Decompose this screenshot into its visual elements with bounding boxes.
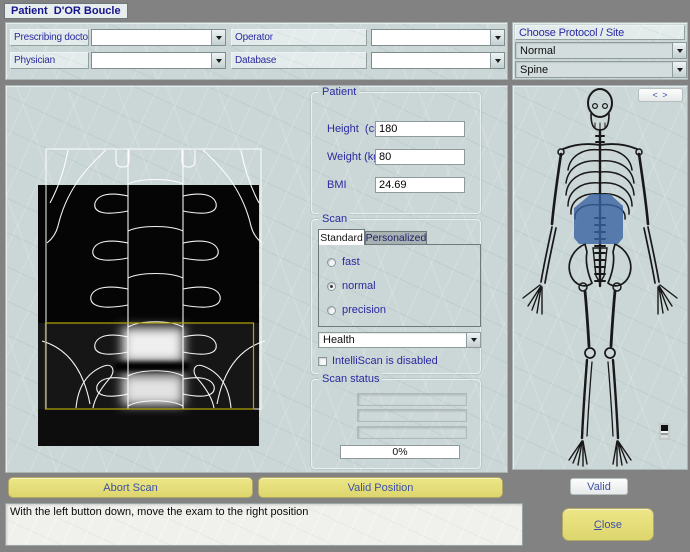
tab-standard[interactable]: Standard	[318, 229, 365, 245]
physician-label: Physician	[10, 52, 89, 69]
patient-group: Patient Height (cm) Weight (kg) BMI	[311, 92, 481, 214]
site-dropdown-button[interactable]	[672, 62, 686, 77]
chevron-down-icon	[495, 36, 501, 40]
close-button[interactable]: Close	[562, 508, 654, 541]
intelliscan-label: IntelliScan is disabled	[332, 355, 438, 367]
window-title: Patient D'OR Boucle	[4, 3, 128, 19]
fast-label: fast	[342, 256, 360, 268]
instruction-text: With the left button down, move the exam…	[10, 506, 308, 518]
physician-dropdown-button[interactable]	[211, 53, 225, 68]
operator-input[interactable]	[372, 30, 490, 45]
prescribing-doctor-label: Prescribing doctor	[10, 29, 89, 46]
scan-status-title: Scan status	[319, 373, 382, 385]
profile-dropdown-button[interactable]	[466, 333, 480, 347]
application-window: Patient D'OR Boucle Prescribing doctor O…	[0, 0, 690, 552]
scan-group: Scan Standard Personalized fast normal p…	[311, 219, 481, 374]
operator-label: Operator	[231, 29, 367, 46]
chevron-down-icon	[677, 68, 683, 72]
protocol-value: Normal	[516, 45, 672, 57]
database-combobox[interactable]	[371, 52, 505, 69]
chevron-down-icon	[677, 49, 683, 53]
bmi-input[interactable]	[375, 177, 465, 193]
valid-position-button[interactable]: Valid Position	[258, 477, 503, 498]
scan-group-title: Scan	[319, 213, 350, 225]
height-input[interactable]	[375, 121, 465, 137]
chevron-down-icon	[471, 338, 477, 342]
protocol-dropdown-button[interactable]	[672, 43, 686, 58]
chevron-down-icon	[495, 59, 501, 63]
normal-label: normal	[342, 280, 376, 292]
valid-position-label: Valid Position	[348, 482, 414, 494]
prescribing-doctor-input[interactable]	[92, 30, 211, 45]
database-input[interactable]	[372, 53, 490, 68]
chevron-down-icon	[216, 36, 222, 40]
site-selector-panel[interactable]: < >	[512, 85, 688, 470]
selected-site-highlight[interactable]	[574, 194, 623, 244]
profile-value: Health	[319, 334, 466, 346]
scan-progress-value: 0%	[392, 446, 407, 458]
scan-status-field-3	[357, 426, 467, 439]
tab-personalized[interactable]: Personalized	[365, 231, 427, 245]
weight-input[interactable]	[375, 149, 465, 165]
main-panel: Patient Height (cm) Weight (kg) BMI Scan…	[5, 85, 508, 473]
fast-radio[interactable]	[327, 258, 336, 267]
database-dropdown-button[interactable]	[490, 53, 504, 68]
scan-status-field-2	[357, 409, 467, 422]
scan-status-group: Scan status 0%	[311, 379, 481, 469]
physician-input[interactable]	[92, 53, 211, 68]
precision-label: precision	[342, 304, 386, 316]
valid-button[interactable]: Valid	[570, 478, 628, 495]
scanner-device-icon	[659, 423, 670, 440]
valid-label: Valid	[587, 481, 611, 493]
site-select[interactable]: Spine	[515, 61, 687, 78]
prescribing-doctor-dropdown-button[interactable]	[211, 30, 225, 45]
scan-mode-box: fast normal precision	[318, 244, 481, 327]
operator-combobox[interactable]	[371, 29, 505, 46]
bmi-label: BMI	[327, 179, 347, 191]
scan-status-field-1	[357, 393, 467, 406]
operator-dropdown-button[interactable]	[490, 30, 504, 45]
database-label: Database	[231, 52, 367, 69]
instruction-message-box: With the left button down, move the exam…	[5, 503, 523, 546]
prescribing-doctor-combobox[interactable]	[91, 29, 226, 46]
protocol-select[interactable]: Normal	[515, 42, 687, 59]
site-value: Spine	[516, 64, 672, 76]
protocol-panel: Choose Protocol / Site Normal Spine	[512, 22, 688, 80]
chevron-down-icon	[216, 59, 222, 63]
scan-image[interactable]	[6, 86, 306, 474]
normal-radio[interactable]	[327, 282, 336, 291]
close-label: Close	[594, 519, 622, 531]
abort-scan-button[interactable]: Abort Scan	[8, 477, 253, 498]
abort-scan-label: Abort Scan	[103, 482, 157, 494]
intelliscan-checkbox[interactable]	[318, 357, 327, 366]
skeleton-diagram[interactable]	[513, 86, 689, 471]
profile-select[interactable]: Health	[318, 332, 481, 348]
physician-combobox[interactable]	[91, 52, 226, 69]
precision-radio[interactable]	[327, 306, 336, 315]
top-form-panel: Prescribing doctor Operator Physician Da…	[5, 22, 508, 80]
protocol-title: Choose Protocol / Site	[515, 25, 685, 40]
patient-group-title: Patient	[319, 86, 359, 98]
scan-progress-bar: 0%	[340, 445, 460, 459]
